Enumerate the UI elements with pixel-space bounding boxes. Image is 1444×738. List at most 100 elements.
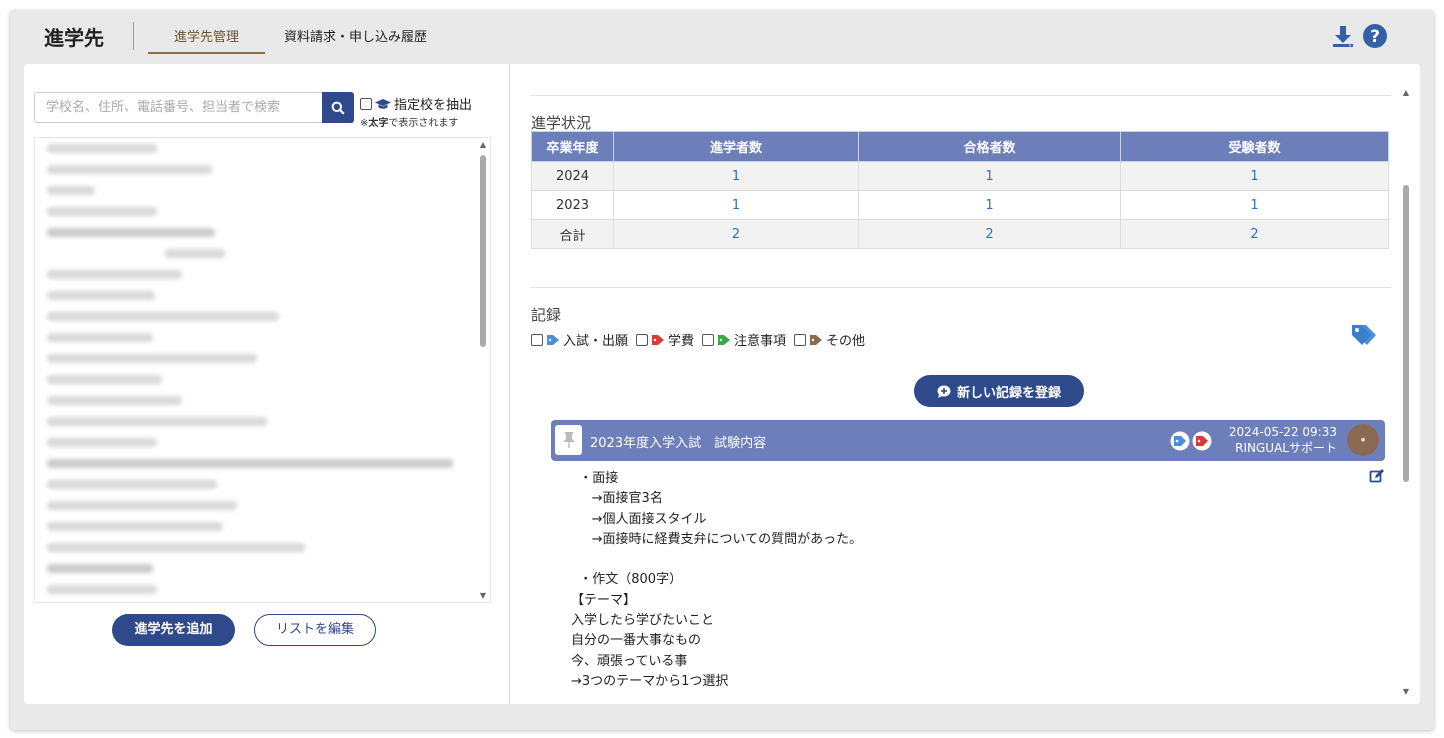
- tag-icon: [718, 334, 731, 345]
- list-item[interactable]: [47, 579, 490, 600]
- download-icon[interactable]: [1330, 23, 1356, 53]
- header: 進学先 進学先管理 資料請求・申し込み履歴 ?: [10, 10, 1434, 62]
- record-tags: [1170, 431, 1212, 451]
- tag-filters: 入試・出願 学費 注意事項 その他: [531, 330, 869, 349]
- list-item[interactable]: [47, 138, 490, 159]
- year-cell: 2024: [531, 161, 614, 191]
- list-item[interactable]: [47, 222, 490, 243]
- table-row: 合計 2 2 2: [531, 219, 1389, 249]
- scroll-up-arrow[interactable]: ▲: [478, 140, 488, 149]
- search-input[interactable]: [35, 93, 320, 122]
- table-row: 2024 1 1 1: [531, 161, 1389, 191]
- list-item[interactable]: [47, 327, 490, 348]
- avatar: ●: [1347, 424, 1379, 456]
- tag-filter-label: 注意事項: [734, 334, 787, 349]
- divider: [531, 95, 1391, 96]
- list-item[interactable]: [47, 369, 490, 390]
- total-cell: 合計: [531, 219, 614, 249]
- tag-checkbox[interactable]: [794, 333, 807, 346]
- col-header: 合格者数: [858, 131, 1121, 162]
- list-item[interactable]: [47, 453, 490, 474]
- tag-filter-label: 入試・出願: [563, 334, 629, 349]
- col-header: 卒業年度: [531, 131, 614, 162]
- count-link[interactable]: 1: [613, 190, 859, 220]
- main-panel: 指定校を抽出 ※太字で表示されます: [24, 64, 1420, 704]
- tag-icon: [547, 334, 559, 345]
- scroll-down-arrow[interactable]: ▼: [1400, 687, 1412, 696]
- designated-checkbox[interactable]: [360, 97, 372, 110]
- tag-icon: [652, 334, 665, 345]
- list-item[interactable]: [47, 474, 490, 495]
- records-title: 記録: [531, 306, 562, 324]
- search-button[interactable]: [322, 92, 354, 123]
- help-icon[interactable]: ?: [1362, 23, 1388, 53]
- edit-icon[interactable]: [1369, 468, 1385, 488]
- list-item[interactable]: [47, 243, 490, 264]
- divider: [531, 287, 1391, 288]
- list-item[interactable]: [47, 348, 490, 369]
- count-link[interactable]: 2: [858, 219, 1121, 249]
- scroll-thumb[interactable]: [480, 155, 486, 347]
- record-meta: 2024-05-22 09:33 RINGUALサポート: [1229, 424, 1337, 456]
- page-title: 進学先: [44, 26, 104, 50]
- tags-manage-icon[interactable]: [1350, 322, 1380, 352]
- pin-button[interactable]: [555, 425, 582, 455]
- count-link[interactable]: 2: [1120, 219, 1389, 249]
- new-record-label: 新しい記録を登録: [956, 385, 1061, 401]
- list-item[interactable]: [47, 201, 490, 222]
- list-item[interactable]: [47, 537, 490, 558]
- record-header: 2023年度入学入試 試験内容 2024-05-22 09:33 RINGUAL…: [551, 420, 1385, 461]
- count-link[interactable]: 1: [858, 161, 1121, 191]
- filter-note: ※太字で表示されます: [360, 118, 459, 129]
- tag-checkbox[interactable]: [636, 333, 649, 346]
- designated-filter: 指定校を抽出 ※太字で表示されます: [360, 94, 472, 129]
- record-author: RINGUALサポート: [1235, 441, 1337, 455]
- list-item[interactable]: [47, 285, 490, 306]
- tab-school-management[interactable]: 進学先管理: [148, 26, 266, 54]
- col-header: 受験者数: [1120, 131, 1389, 162]
- count-link[interactable]: 1: [1120, 190, 1389, 220]
- list-item[interactable]: [47, 411, 490, 432]
- list-item[interactable]: [47, 432, 490, 453]
- record-body: ・面接 →面接官3名 →個人面接スタイル →面接時に経費支弁についての質問があっ…: [571, 471, 863, 689]
- search-box: [34, 92, 354, 123]
- list-item[interactable]: [47, 516, 490, 537]
- status-table: 卒業年度 進学者数 合格者数 受験者数 2024 1 1 1 2023 1 1 …: [531, 131, 1389, 249]
- list-item[interactable]: [47, 264, 490, 285]
- list-item[interactable]: [47, 558, 490, 579]
- count-link[interactable]: 2: [613, 219, 859, 249]
- designated-filter-label: 指定校を抽出: [394, 98, 473, 113]
- app-frame: 進学先 進学先管理 資料請求・申し込み履歴 ? 学校名、住所、電話番号、担当者で…: [10, 10, 1434, 730]
- col-header: 進学者数: [613, 131, 859, 162]
- list-item[interactable]: [47, 306, 490, 327]
- list-item[interactable]: [47, 495, 490, 516]
- pin-icon: [562, 432, 575, 448]
- detail-pane: 進学状況 卒業年度 進学者数 合格者数 受験者数 2024 1 1 1 2023…: [511, 64, 1420, 704]
- list-item[interactable]: [47, 390, 490, 411]
- count-link[interactable]: 1: [1120, 161, 1389, 191]
- record-title: 2023年度入学入試 試験内容: [590, 436, 767, 451]
- school-list-pane: 指定校を抽出 ※太字で表示されます: [24, 64, 510, 704]
- count-link[interactable]: 1: [613, 161, 859, 191]
- scroll-up-arrow[interactable]: ▲: [1400, 88, 1412, 97]
- year-cell: 2023: [531, 190, 614, 220]
- detail-scrollbar[interactable]: ▲ ▼: [1400, 80, 1412, 704]
- add-school-button[interactable]: 進学先を追加: [112, 614, 235, 646]
- list-scrollbar[interactable]: ▲ ▼: [478, 138, 488, 602]
- tag-blue-icon: [1170, 431, 1190, 451]
- search-icon: [331, 101, 345, 115]
- title-divider: [133, 22, 134, 50]
- edit-list-button[interactable]: リストを編集: [254, 614, 376, 646]
- new-record-button[interactable]: 新しい記録を登録: [914, 375, 1084, 407]
- tag-checkbox[interactable]: [702, 333, 715, 346]
- svg-text:?: ?: [1370, 27, 1380, 47]
- tab-request-history[interactable]: 資料請求・申し込み履歴: [284, 26, 427, 54]
- tag-filter-label: その他: [826, 334, 866, 349]
- list-item[interactable]: [47, 159, 490, 180]
- graduation-cap-icon: [375, 98, 391, 109]
- tag-checkbox[interactable]: [531, 333, 543, 346]
- scroll-thumb[interactable]: [1403, 185, 1409, 482]
- scroll-down-arrow[interactable]: ▼: [478, 591, 488, 600]
- count-link[interactable]: 1: [858, 190, 1121, 220]
- list-item[interactable]: [47, 180, 490, 201]
